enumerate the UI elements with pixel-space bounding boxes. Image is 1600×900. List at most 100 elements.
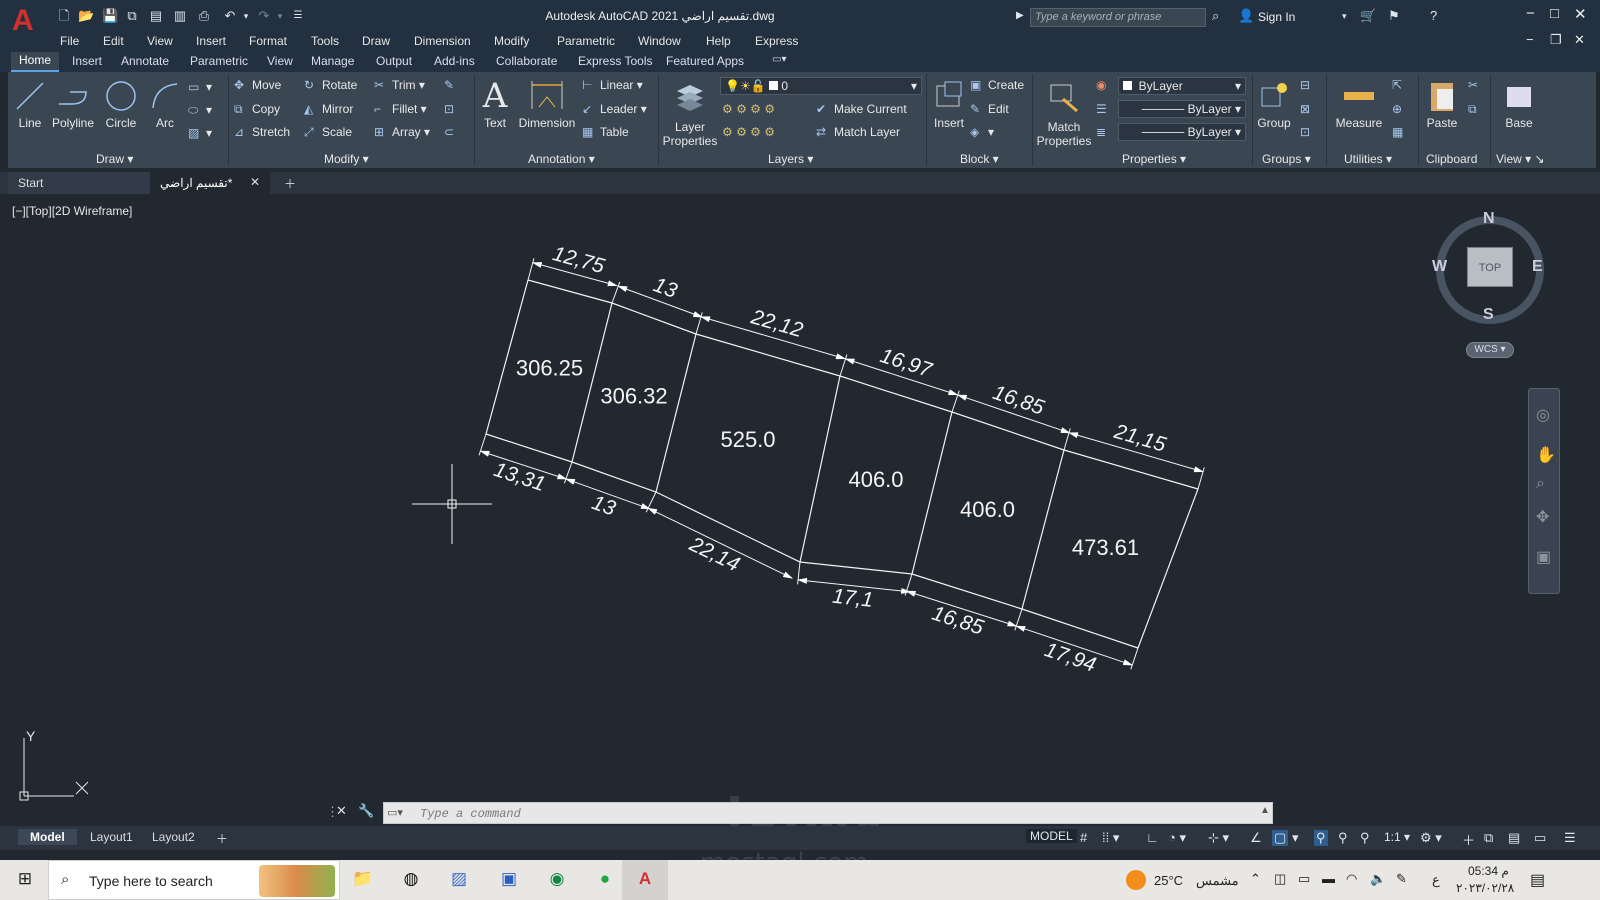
clipboard-panel-title[interactable]: Clipboard xyxy=(1426,152,1477,166)
groups-panel-title[interactable]: Groups ▾ xyxy=(1262,152,1311,166)
mirror-button[interactable]: ◭ Mirror xyxy=(304,102,353,116)
close-icon[interactable]: ✕ xyxy=(1574,5,1587,23)
stretch-button[interactable]: ⊿ Stretch xyxy=(234,125,290,139)
pen-icon[interactable]: ✎ xyxy=(1396,871,1407,887)
compass-s[interactable]: S xyxy=(1483,306,1494,324)
taskbar-search[interactable]: ⌕ Type here to search xyxy=(48,860,340,900)
fillet-button[interactable]: ⌐ Fillet ▾ xyxy=(374,102,427,116)
trim-button[interactable]: ✂ Trim ▾ xyxy=(374,78,425,92)
tab-model[interactable]: Model xyxy=(18,829,77,845)
sign-in-button[interactable]: Sign In xyxy=(1258,10,1295,24)
osnap-tracking-icon[interactable]: ⊹ ▾ xyxy=(1208,830,1229,846)
color-wheel-icon[interactable]: ◉ xyxy=(1096,78,1114,92)
minimize-icon[interactable]: − xyxy=(1526,5,1535,22)
save-icon[interactable]: 💾 xyxy=(102,8,118,24)
make-current-button[interactable]: ✔ Make Current xyxy=(816,102,907,116)
menu-parametric[interactable]: Parametric xyxy=(557,34,615,48)
draw-panel-title[interactable]: Draw ▾ xyxy=(96,152,133,166)
tab-addins[interactable]: Add-ins xyxy=(434,54,475,68)
array-button[interactable]: ⊞ Array ▾ xyxy=(374,125,430,139)
compass-n[interactable]: N xyxy=(1483,210,1495,228)
select-all-icon[interactable]: ⊕ xyxy=(1392,102,1410,116)
cart-icon[interactable]: 🛒 xyxy=(1360,8,1376,24)
menu-window[interactable]: Window xyxy=(638,34,681,48)
menu-format[interactable]: Format xyxy=(249,34,287,48)
menu-view[interactable]: View xyxy=(147,34,173,48)
app-icon[interactable]: ▨ xyxy=(446,869,472,891)
undo-icon[interactable]: ↶ xyxy=(222,8,238,24)
polar-icon[interactable]: ◔ ▾ xyxy=(1168,830,1186,846)
polyline-button[interactable]: Polyline xyxy=(50,76,96,130)
dimension-button[interactable]: Dimension xyxy=(516,76,578,130)
tab-layout1[interactable]: Layout1 xyxy=(78,829,145,845)
weather-desc[interactable]: مشمس xyxy=(1196,873,1239,889)
customization-menu-icon[interactable]: ☰ xyxy=(1564,830,1576,846)
create-block-button[interactable]: ▣ Create xyxy=(970,78,1024,92)
tab-collaborate[interactable]: Collaborate xyxy=(496,54,557,68)
menu-dimension[interactable]: Dimension xyxy=(414,34,471,48)
save-as-icon[interactable]: ⧉ xyxy=(124,8,140,24)
menu-file[interactable]: File xyxy=(60,34,79,48)
insert-block-button[interactable]: Insert xyxy=(930,76,968,130)
file-explorer-icon[interactable]: 📁 xyxy=(350,869,376,891)
leader-button[interactable]: ↙ Leader ▾ xyxy=(582,102,647,116)
annotation-panel-title[interactable]: Annotation ▾ xyxy=(528,152,595,166)
layer-properties-button[interactable]: Layer Properties xyxy=(662,76,718,148)
tab-home[interactable]: Home xyxy=(11,52,60,72)
ellipse-icon[interactable]: ⬭ ▾ xyxy=(188,103,212,118)
rotate-button[interactable]: ↻ Rotate xyxy=(304,78,357,92)
viewcube-top-face[interactable]: TOP xyxy=(1467,247,1513,287)
move-button[interactable]: ✥ Move xyxy=(234,78,281,92)
menu-express[interactable]: Express xyxy=(755,34,798,48)
new-tab-icon[interactable]: ＋ xyxy=(280,172,300,194)
erase-icon[interactable]: ✎ xyxy=(444,78,462,92)
osnap-dropdown-icon[interactable]: ▾ xyxy=(1292,830,1299,846)
autocad-taskbar-icon[interactable]: A xyxy=(632,869,658,891)
tab-express-tools[interactable]: Express Tools xyxy=(578,54,652,68)
lineweight-dropdown[interactable]: ───── ByLayer ▾ xyxy=(1118,100,1246,118)
windows-start-icon[interactable]: ⊞ xyxy=(12,869,38,891)
table-button[interactable]: ▦ Table xyxy=(582,125,629,139)
open-web-icon[interactable]: ▤ xyxy=(148,8,164,24)
quick-select-icon[interactable]: ⇱ xyxy=(1392,78,1410,92)
utilities-panel-title[interactable]: Utilities ▾ xyxy=(1344,152,1392,166)
wifi-icon[interactable]: ◠ xyxy=(1346,871,1357,887)
snap-icon[interactable]: ⁞⁞ ▾ xyxy=(1102,830,1119,846)
tab-close-icon[interactable]: ✕ xyxy=(246,172,264,194)
menu-help[interactable]: Help xyxy=(706,34,731,48)
undo-dropdown-icon[interactable]: ▾ xyxy=(238,8,254,24)
ungroup-icon[interactable]: ⊟ xyxy=(1300,78,1318,92)
user-icon[interactable]: 👤 xyxy=(1238,8,1254,24)
autodesk-a360-icon[interactable]: ⚑ xyxy=(1388,8,1400,24)
lineweight-icon[interactable]: ☰ xyxy=(1096,102,1114,116)
doc-close-icon[interactable]: ✕ xyxy=(1574,32,1585,48)
cmdline-recent-icon[interactable]: ▭▾ xyxy=(387,806,403,819)
tab-parametric[interactable]: Parametric xyxy=(190,54,248,68)
weather-temp[interactable]: 25°C xyxy=(1154,873,1183,888)
tab-start[interactable]: Start xyxy=(8,172,150,194)
rectangle-icon[interactable]: ▭ ▾ xyxy=(188,80,212,94)
plot-icon[interactable]: ⎙ xyxy=(196,8,212,24)
text-button[interactable]: A Text xyxy=(478,76,512,130)
grid-icon[interactable]: # xyxy=(1080,830,1087,845)
showmotion-icon[interactable]: ▣ xyxy=(1536,547,1551,567)
tab-featured-apps[interactable]: Featured Apps xyxy=(666,54,744,68)
model-space-button[interactable]: MODEL xyxy=(1026,829,1077,843)
match-properties-button[interactable]: Match Properties xyxy=(1036,76,1092,148)
annotation-scale-icon[interactable]: ⚲ xyxy=(1360,830,1370,846)
offset-icon[interactable]: ⊂ xyxy=(444,125,462,139)
tray-camera-icon[interactable]: ◫ xyxy=(1274,871,1286,887)
tray-display-icon[interactable]: ▭ xyxy=(1298,871,1310,887)
tab-annotate[interactable]: Annotate xyxy=(121,54,169,68)
tab-layout2[interactable]: Layout2 xyxy=(140,829,207,845)
notifications-icon[interactable]: ▤ xyxy=(1530,870,1545,890)
compass-e[interactable]: E xyxy=(1532,258,1543,276)
circle-button[interactable]: Circle xyxy=(102,76,140,130)
drawing-viewport[interactable]: [−][Top][2D Wireframe] 12,75 13 22,12 16,97… xyxy=(4,198,1596,814)
help-icon[interactable]: ? xyxy=(1430,8,1437,23)
linetype-dropdown[interactable]: ───── ByLayer ▾ xyxy=(1118,123,1246,141)
scale-button[interactable]: ⤢ Scale xyxy=(304,125,352,140)
customize-qat-icon[interactable]: ☰ xyxy=(290,8,306,24)
line-button[interactable]: Line xyxy=(12,76,48,130)
redo-icon[interactable]: ↷ xyxy=(256,8,272,24)
